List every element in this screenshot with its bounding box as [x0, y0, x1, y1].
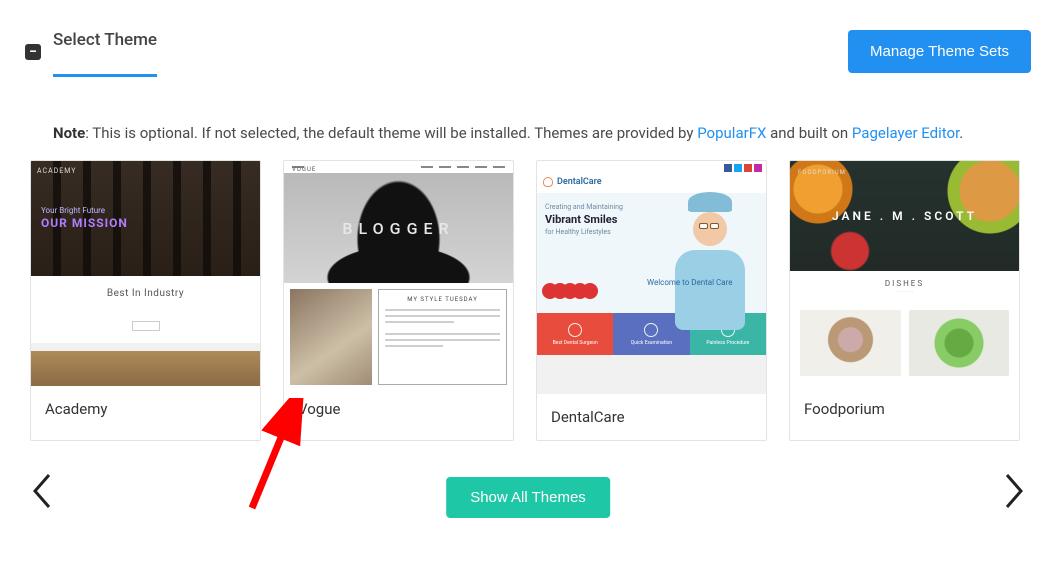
note-after: . — [959, 124, 963, 142]
popularfx-link[interactable]: PopularFX — [697, 124, 766, 142]
theme-preview: ACADEMY Your Bright Future OUR MISSION B… — [31, 161, 260, 386]
carousel-prev-button[interactable] — [26, 469, 60, 516]
preview-foot-txt: Best Dental Surgeon — [553, 340, 598, 346]
preview-brand: DentalCare — [557, 177, 602, 187]
theme-card-vogue[interactable]: VOGUE BLOGGER MY STYLE TUESDAY — [283, 160, 514, 441]
preview-mid-title: Best In Industry — [39, 288, 252, 299]
preview-tagline: Your Bright Future — [41, 206, 105, 215]
preview-col-title: MY STYLE TUESDAY — [385, 296, 500, 303]
carousel-next-button[interactable] — [996, 469, 1030, 516]
theme-card-academy[interactable]: ACADEMY Your Bright Future OUR MISSION B… — [30, 160, 261, 441]
preview-mid-title: DISHES — [790, 279, 1019, 288]
collapse-icon[interactable]: − — [25, 44, 41, 60]
preview-hero-text: BLOGGER — [342, 219, 454, 238]
show-all-themes-button[interactable]: Show All Themes — [446, 477, 610, 518]
collapse-symbol: − — [29, 45, 37, 59]
preview-brand: ACADEMY — [37, 167, 76, 175]
manage-theme-sets-button[interactable]: Manage Theme Sets — [848, 30, 1031, 73]
note-before: : This is optional. If not selected, the… — [85, 124, 697, 142]
note-mid: and built on — [766, 124, 852, 142]
note-bold: Note — [53, 124, 85, 142]
preview-brand: FOODPORIUM — [798, 169, 846, 176]
theme-preview: DentalCare Creating and Maintaining Vibr… — [537, 161, 766, 394]
tooth-icon — [543, 177, 553, 187]
theme-name: Academy — [31, 386, 260, 432]
preview-mission: OUR MISSION — [41, 216, 128, 230]
theme-card-foodporium[interactable]: FOODPORIUM JANE . M . SCOTT DISHES · · ·… — [789, 160, 1020, 441]
title-block: − Select Theme — [25, 30, 157, 74]
preview-jane: JANE . M . SCOTT — [832, 209, 977, 223]
theme-card-dentalcare[interactable]: DentalCare Creating and Maintaining Vibr… — [536, 160, 767, 441]
themes-carousel: ACADEMY Your Bright Future OUR MISSION B… — [30, 160, 1026, 441]
theme-name: Foodporium — [790, 386, 1019, 432]
chevron-right-icon — [1000, 473, 1026, 509]
theme-name: DentalCare — [537, 394, 766, 440]
theme-name: Vogue — [284, 386, 513, 432]
theme-preview: VOGUE BLOGGER MY STYLE TUESDAY — [284, 161, 513, 386]
section-title: Select Theme — [53, 30, 157, 77]
preview-logo: VOGUE — [292, 166, 304, 168]
chevron-left-icon — [30, 473, 56, 509]
note-text: Note: This is optional. If not selected,… — [53, 124, 1031, 142]
section-header: − Select Theme Manage Theme Sets — [25, 30, 1031, 74]
pagelayer-link[interactable]: Pagelayer Editor — [852, 124, 959, 142]
theme-preview: FOODPORIUM JANE . M . SCOTT DISHES · · ·… — [790, 161, 1019, 386]
preview-welcome: Welcome to Dental Care — [647, 278, 733, 287]
